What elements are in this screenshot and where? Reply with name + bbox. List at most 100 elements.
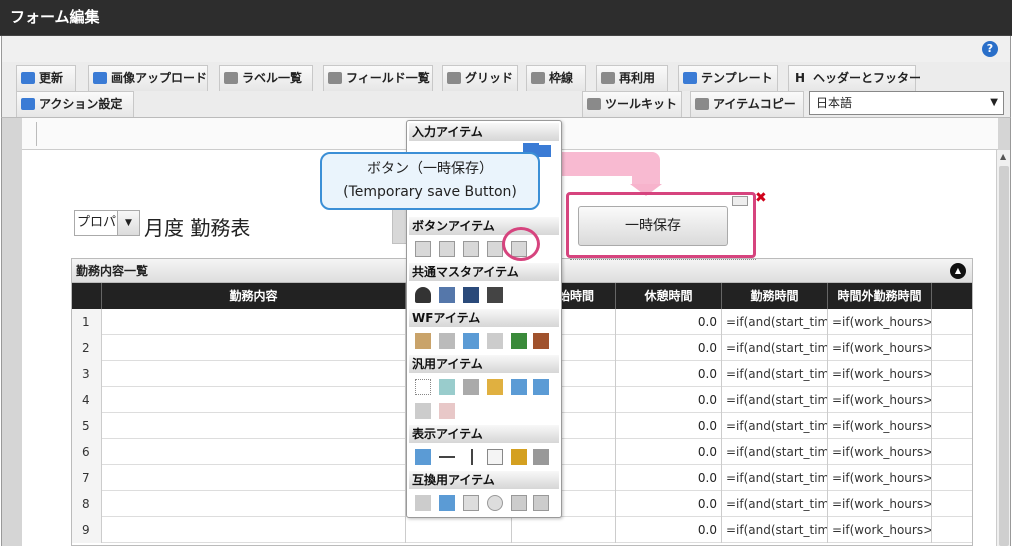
public-group-icon[interactable] bbox=[487, 287, 503, 303]
work-hours-cell[interactable]: =if(and(start_time> bbox=[722, 439, 828, 465]
reuse-button[interactable]: 再利用 bbox=[596, 65, 668, 91]
border-button[interactable]: 枠線 bbox=[526, 65, 586, 91]
field-list-button[interactable]: フィールド一覧 bbox=[323, 65, 433, 91]
start-time-cell[interactable] bbox=[512, 517, 616, 543]
item-properties-icon[interactable] bbox=[732, 196, 748, 206]
work-hours-cell[interactable]: =if(and(start_time> bbox=[722, 387, 828, 413]
close-icon[interactable]: ✖ bbox=[755, 191, 767, 205]
rest-time-cell[interactable]: 0.0 bbox=[616, 413, 722, 439]
content-cell[interactable] bbox=[102, 309, 406, 335]
stamp-icon[interactable] bbox=[533, 333, 549, 349]
picture-icon[interactable] bbox=[511, 449, 527, 465]
content-cell[interactable] bbox=[102, 439, 406, 465]
rest-time-cell[interactable]: 0.0 bbox=[616, 491, 722, 517]
overtime-cell[interactable]: =if(work_hours>8, bbox=[828, 335, 932, 361]
overtime-cell[interactable]: =if(work_hours>8, bbox=[828, 517, 932, 543]
vertical-line-icon[interactable] bbox=[471, 449, 473, 465]
toolkit-button[interactable]: ツールキット bbox=[582, 91, 682, 117]
rest-time-cell[interactable]: 0.0 bbox=[616, 439, 722, 465]
refresh-button[interactable]: 更新 bbox=[16, 65, 76, 91]
field-list-label: フィールド一覧 bbox=[346, 71, 430, 85]
box-icon[interactable] bbox=[487, 449, 503, 465]
collapse-icon[interactable]: ▲ bbox=[950, 263, 966, 279]
label-icon[interactable] bbox=[415, 449, 431, 465]
legacy-list-icon[interactable] bbox=[533, 495, 549, 511]
content-cell[interactable] bbox=[102, 465, 406, 491]
forward-button-icon[interactable] bbox=[439, 241, 455, 257]
content-cell[interactable] bbox=[102, 335, 406, 361]
flow-icon[interactable] bbox=[511, 333, 527, 349]
matter-name-icon[interactable] bbox=[415, 333, 431, 349]
legacy-grid-icon[interactable] bbox=[439, 495, 455, 511]
register-button-icon[interactable] bbox=[415, 241, 431, 257]
horizontal-line-icon[interactable] bbox=[439, 456, 455, 458]
work-hours-cell[interactable]: =if(and(start_time> bbox=[722, 465, 828, 491]
callout-line2: (Temporary save Button) bbox=[343, 184, 517, 200]
scrollbar-thumb[interactable] bbox=[999, 166, 1009, 546]
organization-icon[interactable] bbox=[439, 287, 455, 303]
overtime-cell[interactable]: =if(work_hours>8, bbox=[828, 309, 932, 335]
label-list-button[interactable]: ラベル一覧 bbox=[219, 65, 313, 91]
id-card-icon[interactable] bbox=[415, 403, 431, 419]
rest-time-cell[interactable]: 0.0 bbox=[616, 309, 722, 335]
item-copy-button[interactable]: アイテムコピー bbox=[690, 91, 804, 117]
month-select[interactable]: プロパ ▼ bbox=[74, 210, 140, 236]
content-cell[interactable] bbox=[102, 413, 406, 439]
rest-time-cell[interactable]: 0.0 bbox=[616, 335, 722, 361]
overtime-cell[interactable]: =if(work_hours>8, bbox=[828, 387, 932, 413]
row-number: 1 bbox=[72, 309, 102, 335]
work-hours-cell[interactable]: =if(and(start_time> bbox=[722, 491, 828, 517]
camera-icon[interactable] bbox=[463, 379, 479, 395]
vertical-scrollbar[interactable]: ▲ bbox=[996, 150, 1010, 546]
upload-icon[interactable] bbox=[511, 379, 527, 395]
work-hours-cell[interactable]: =if(and(start_time> bbox=[722, 335, 828, 361]
grid-button[interactable]: グリッド bbox=[442, 65, 518, 91]
overtime-cell[interactable]: =if(work_hours>8, bbox=[828, 439, 932, 465]
text-input-icon[interactable] bbox=[537, 145, 551, 157]
blank-cell[interactable] bbox=[406, 517, 512, 543]
action-settings-button[interactable]: アクション設定 bbox=[16, 91, 134, 117]
user-icon[interactable] bbox=[415, 287, 431, 303]
legacy-checkbox-icon[interactable] bbox=[463, 495, 479, 511]
legacy-comment-icon[interactable] bbox=[415, 495, 431, 511]
overtime-cell[interactable]: =if(work_hours>8, bbox=[828, 361, 932, 387]
image-icon[interactable] bbox=[463, 333, 479, 349]
rest-time-cell[interactable]: 0.0 bbox=[616, 465, 722, 491]
process-history-icon[interactable] bbox=[487, 333, 503, 349]
work-hours-cell[interactable]: =if(and(start_time> bbox=[722, 309, 828, 335]
temporary-save-button[interactable]: 一時保存 bbox=[578, 206, 728, 246]
role-icon[interactable] bbox=[463, 287, 479, 303]
document-icon[interactable] bbox=[439, 379, 455, 395]
table-row[interactable]: 9 0.0=if(and(start_time>=if(work_hours>8, bbox=[72, 517, 972, 543]
image-upload-button[interactable]: 画像アップロード bbox=[88, 65, 208, 91]
language-select[interactable]: 日本語 ▼ bbox=[809, 91, 1004, 115]
header-footer-button[interactable]: H ヘッダーとフッター bbox=[788, 65, 921, 91]
help-icon[interactable]: ? bbox=[982, 41, 998, 57]
key-icon[interactable] bbox=[487, 379, 503, 395]
back-button-icon[interactable] bbox=[463, 241, 479, 257]
content-cell[interactable] bbox=[102, 361, 406, 387]
template-button[interactable]: テンプレート bbox=[678, 65, 778, 91]
overtime-cell[interactable]: =if(work_hours>8, bbox=[828, 491, 932, 517]
content-cell[interactable] bbox=[102, 517, 406, 543]
legacy-radio-icon[interactable] bbox=[487, 495, 503, 511]
rest-time-cell[interactable]: 0.0 bbox=[616, 361, 722, 387]
work-hours-cell[interactable]: =if(and(start_time> bbox=[722, 517, 828, 543]
text-icon[interactable] bbox=[533, 449, 549, 465]
rest-time-cell[interactable]: 0.0 bbox=[616, 517, 722, 543]
hidden-field-icon[interactable] bbox=[415, 379, 431, 395]
attachment-icon[interactable] bbox=[439, 333, 455, 349]
overtime-cell[interactable]: =if(work_hours>8, bbox=[828, 413, 932, 439]
overtime-cell[interactable]: =if(work_hours>8, bbox=[828, 465, 932, 491]
scroll-up-icon[interactable]: ▲ bbox=[1000, 152, 1006, 161]
rest-time-cell[interactable]: 0.0 bbox=[616, 387, 722, 413]
content-cell[interactable] bbox=[102, 491, 406, 517]
download-icon[interactable] bbox=[533, 379, 549, 395]
legacy-select-icon[interactable] bbox=[511, 495, 527, 511]
work-hours-cell[interactable]: =if(and(start_time> bbox=[722, 361, 828, 387]
content-cell[interactable] bbox=[102, 387, 406, 413]
return-button-icon[interactable] bbox=[487, 241, 503, 257]
contact-card-icon[interactable] bbox=[439, 403, 455, 419]
item-copy-icon bbox=[695, 98, 709, 110]
work-hours-cell[interactable]: =if(and(start_time> bbox=[722, 413, 828, 439]
